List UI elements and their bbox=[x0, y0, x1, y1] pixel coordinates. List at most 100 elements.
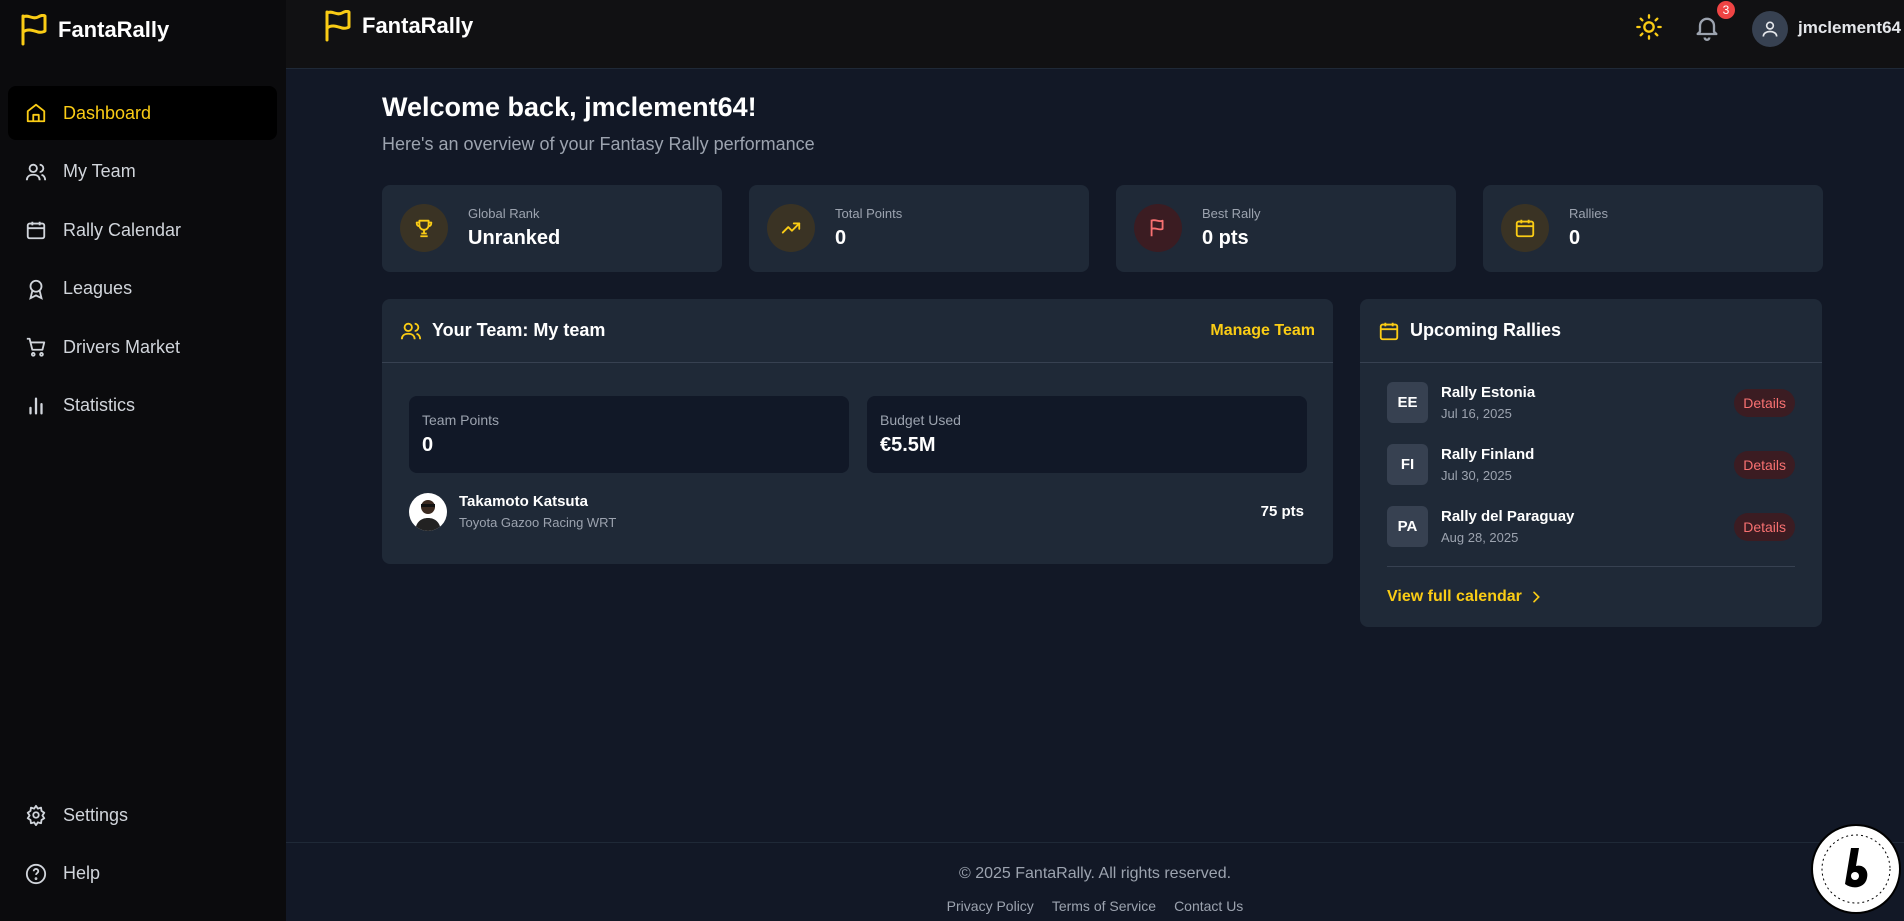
calendar-icon bbox=[1379, 322, 1399, 340]
team-points-value: 0 bbox=[422, 434, 434, 456]
sidebar-brand[interactable]: FantaRally bbox=[20, 14, 169, 46]
sidebar-item-leagues[interactable]: Leagues bbox=[8, 262, 277, 316]
sidebar-item-label: Dashboard bbox=[63, 102, 152, 123]
stat-label: Rallies bbox=[1569, 206, 1609, 221]
notification-count-badge: 3 bbox=[1717, 1, 1735, 19]
flag-icon-wrap bbox=[1134, 204, 1182, 252]
sidebar-item-label: Help bbox=[63, 863, 101, 883]
rally-name: Rally Estonia bbox=[1441, 384, 1536, 401]
flag-logo-icon bbox=[325, 10, 351, 42]
driver-photo bbox=[409, 493, 447, 531]
budget-used-value: €5.5M bbox=[880, 434, 936, 456]
trophy-icon bbox=[415, 219, 433, 238]
page-subtitle: Here's an overview of your Fantasy Rally… bbox=[382, 134, 815, 154]
stat-label: Total Points bbox=[835, 206, 903, 221]
stat-label: Best Rally bbox=[1202, 206, 1261, 221]
driver-row[interactable]: Takamoto Katsuta Toyota Gazoo Racing WRT… bbox=[409, 488, 1304, 536]
bolt-logo-icon bbox=[1821, 834, 1891, 904]
budget-used-label: Budget Used bbox=[880, 412, 961, 428]
bolt-badge[interactable] bbox=[1811, 824, 1901, 914]
rally-country-code: FI bbox=[1387, 444, 1428, 485]
footer-links: Privacy Policy Terms of Service Contact … bbox=[286, 898, 1904, 914]
stat-label: Global Rank bbox=[468, 206, 540, 221]
sidebar: FantaRally Dashboard My Team Rally Calen… bbox=[0, 0, 286, 921]
sidebar-item-drivers-market[interactable]: Drivers Market bbox=[8, 320, 277, 374]
chevron-right-icon bbox=[1533, 591, 1540, 603]
divider bbox=[1387, 566, 1795, 567]
home-icon bbox=[26, 103, 46, 123]
sidebar-bottom-nav: Settings Help bbox=[8, 788, 277, 905]
driver-team: Toyota Gazoo Racing WRT bbox=[459, 515, 617, 530]
notifications-bell-icon[interactable] bbox=[1693, 13, 1721, 41]
stat-card-global-rank: Global Rank Unranked bbox=[382, 185, 722, 272]
rally-details-button[interactable]: Details bbox=[1734, 451, 1795, 479]
driver-points: 75 pts bbox=[1260, 503, 1304, 520]
rally-country-code: PA bbox=[1387, 506, 1428, 547]
team-card-title: Your Team: My team bbox=[432, 320, 606, 340]
header-brand[interactable]: FantaRally bbox=[324, 10, 473, 42]
sidebar-item-label: Rally Calendar bbox=[63, 219, 182, 240]
view-full-calendar-label: View full calendar bbox=[1387, 588, 1522, 605]
budget-used-box: Budget Used €5.5M bbox=[867, 396, 1307, 473]
calendar-icon-wrap bbox=[1501, 204, 1549, 252]
sidebar-item-label: Statistics bbox=[63, 395, 136, 415]
sidebar-item-help[interactable]: Help bbox=[8, 847, 277, 901]
rally-details-button[interactable]: Details bbox=[1734, 389, 1795, 417]
team-points-box: Team Points 0 bbox=[409, 396, 849, 473]
sidebar-item-statistics[interactable]: Statistics bbox=[8, 379, 277, 433]
theme-toggle-sun-icon[interactable] bbox=[1635, 13, 1663, 41]
copyright: © 2025 FantaRally. All rights reserved. bbox=[958, 865, 1232, 882]
rally-date: Jul 30, 2025 bbox=[1441, 468, 1512, 483]
rally-name: Rally Finland bbox=[1441, 446, 1535, 463]
upcoming-card-header: Upcoming Rallies bbox=[1360, 299, 1822, 363]
driver-name: Takamoto Katsuta bbox=[459, 493, 588, 510]
rally-date: Jul 16, 2025 bbox=[1441, 406, 1512, 421]
list-item: FI Rally Finland Jul 30, 2025 Details bbox=[1387, 444, 1795, 488]
username[interactable]: jmclement64 bbox=[1798, 18, 1901, 38]
rally-date: Aug 28, 2025 bbox=[1441, 530, 1519, 545]
flag-logo-icon bbox=[21, 14, 47, 46]
manage-team-link[interactable]: Manage Team bbox=[1210, 322, 1315, 340]
view-full-calendar-link[interactable]: View full calendar bbox=[1387, 588, 1544, 606]
stat-card-total-points: Total Points 0 bbox=[749, 185, 1089, 272]
users-icon bbox=[25, 163, 47, 180]
top-bar: FantaRally 3 jmclement64 bbox=[286, 0, 1904, 69]
stat-value: 0 bbox=[835, 227, 847, 249]
sidebar-item-label: Leagues bbox=[63, 278, 133, 298]
stat-card-rallies: Rallies 0 bbox=[1483, 185, 1823, 272]
avatar[interactable] bbox=[1752, 11, 1788, 47]
page-title: Welcome back, jmclement64! bbox=[382, 92, 757, 122]
calendar-icon bbox=[26, 221, 46, 240]
user-icon bbox=[1762, 21, 1778, 37]
sidebar-item-settings[interactable]: Settings bbox=[8, 788, 277, 842]
sidebar-item-dashboard[interactable]: Dashboard bbox=[8, 86, 277, 140]
privacy-policy-link[interactable]: Privacy Policy bbox=[947, 898, 1034, 914]
stat-value: 0 bbox=[1569, 227, 1581, 249]
users-icon bbox=[400, 322, 422, 339]
calendar-icon bbox=[1515, 219, 1535, 238]
stat-value: 0 pts bbox=[1202, 227, 1249, 249]
app-name: FantaRally bbox=[58, 17, 170, 42]
trending-up-icon bbox=[781, 222, 801, 234]
help-icon bbox=[25, 863, 47, 884]
stat-card-best-rally: Best Rally 0 pts bbox=[1116, 185, 1456, 272]
stat-value: Unranked bbox=[468, 227, 561, 249]
team-card-header: Your Team: My team Manage Team bbox=[382, 299, 1333, 363]
rally-country-code: EE bbox=[1387, 382, 1428, 423]
footer: © 2025 FantaRally. All rights reserved. … bbox=[286, 842, 1904, 921]
list-item: EE Rally Estonia Jul 16, 2025 Details bbox=[1387, 382, 1795, 426]
flag-icon bbox=[1150, 219, 1164, 237]
sidebar-item-rally-calendar[interactable]: Rally Calendar bbox=[8, 203, 277, 257]
upcoming-card-title: Upcoming Rallies bbox=[1410, 320, 1562, 340]
award-icon bbox=[29, 279, 43, 300]
rally-details-button[interactable]: Details bbox=[1734, 513, 1795, 541]
sidebar-nav: Dashboard My Team Rally Calendar Leagues… bbox=[8, 86, 277, 437]
sidebar-item-label: Settings bbox=[63, 804, 129, 825]
terms-of-service-link[interactable]: Terms of Service bbox=[1052, 898, 1156, 914]
contact-us-link[interactable]: Contact Us bbox=[1174, 898, 1243, 914]
trend-icon-wrap bbox=[767, 204, 815, 252]
bar-chart-icon bbox=[29, 397, 43, 414]
list-item: PA Rally del Paraguay Aug 28, 2025 Detai… bbox=[1387, 506, 1795, 550]
sidebar-item-my-team[interactable]: My Team bbox=[8, 145, 277, 199]
app-name: FantaRally bbox=[362, 13, 474, 38]
